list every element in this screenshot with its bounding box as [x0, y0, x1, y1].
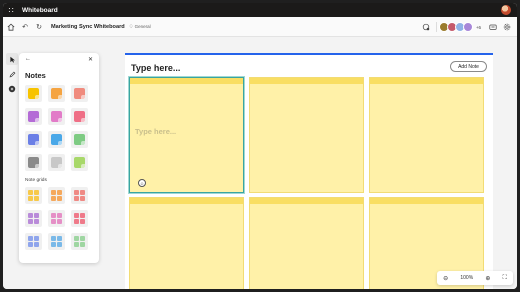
note-grid-swatch[interactable] — [48, 187, 65, 204]
note-grid-swatch[interactable] — [48, 210, 65, 227]
note-header-strip — [130, 198, 243, 204]
note-swatch[interactable] — [71, 85, 88, 102]
note-swatch[interactable] — [48, 85, 65, 102]
sticky-note[interactable]: Type here... ☺ — [129, 77, 244, 193]
note-swatch[interactable] — [48, 154, 65, 171]
title-bar: ∷ Whiteboard — [3, 3, 517, 17]
note-header-strip — [250, 78, 363, 84]
collaborator-avatar[interactable] — [462, 22, 473, 32]
green-grid-icon — [74, 236, 85, 247]
yellow-grid-icon — [28, 190, 39, 201]
blue-grid-icon — [51, 236, 62, 247]
note-swatch[interactable] — [48, 108, 65, 125]
sensitivity-label-text: General — [134, 24, 151, 29]
note-swatch[interactable] — [25, 131, 42, 148]
zoom-out-icon[interactable]: ⊖ — [443, 275, 448, 282]
note-swatch[interactable] — [25, 154, 42, 171]
add-note-button[interactable]: Add Note — [450, 61, 487, 72]
divider — [435, 22, 437, 32]
zoom-control: ⊖ 100% ⊕ ⛶ — [437, 271, 513, 285]
note-swatch[interactable] — [71, 131, 88, 148]
note-swatch[interactable] — [48, 131, 65, 148]
lime-note-icon — [74, 157, 85, 168]
red-note-icon — [74, 111, 85, 122]
orange-note-icon — [51, 88, 62, 99]
note-grid-swatch[interactable] — [25, 210, 42, 227]
reactions-icon[interactable] — [420, 20, 432, 34]
collaborators-more-count[interactable]: +6 — [476, 25, 481, 30]
redo-icon[interactable]: ↻ — [33, 20, 45, 34]
note-swatch[interactable] — [25, 85, 42, 102]
home-icon[interactable] — [5, 20, 17, 34]
app-name: Whiteboard — [22, 6, 58, 14]
back-arrow-icon[interactable]: ← — [25, 56, 31, 62]
purple-grid-icon — [28, 213, 39, 224]
pink-note-icon — [51, 111, 62, 122]
add-content-icon[interactable] — [6, 83, 18, 95]
note-grid-swatch[interactable] — [71, 210, 88, 227]
note-swatch[interactable] — [71, 108, 88, 125]
command-bar: ↶ ↻ Marketing Sync Whiteboard ♢ General … — [3, 17, 517, 37]
panel-title: Notes — [25, 71, 46, 80]
settings-gear-icon[interactable] — [501, 20, 513, 34]
note-grid-swatch[interactable] — [71, 187, 88, 204]
green-note-icon — [74, 134, 85, 145]
note-grids-label: Note grids — [25, 178, 47, 183]
note-grid-swatch[interactable] — [25, 233, 42, 250]
tool-rail — [5, 53, 19, 105]
pink-grid-icon — [51, 213, 62, 224]
note-header-strip — [250, 198, 363, 204]
note-grid-swatch[interactable] — [71, 233, 88, 250]
sticky-note[interactable] — [249, 197, 364, 289]
coral-note-icon — [74, 88, 85, 99]
pen-icon[interactable] — [6, 68, 18, 80]
whiteboard-canvas[interactable]: ← ✕ Notes Note grids Type here... Add No… — [3, 37, 517, 289]
panel-header: ← ✕ — [19, 53, 99, 65]
note-header-strip — [370, 78, 483, 84]
orange-grid-icon — [51, 190, 62, 201]
note-swatches — [25, 85, 95, 171]
indigo-note-icon — [28, 134, 39, 145]
gray-note-icon — [28, 157, 39, 168]
note-header-strip — [130, 78, 243, 84]
add-reaction-icon[interactable]: ☺ — [138, 179, 146, 187]
zoom-in-icon[interactable]: ⊕ — [485, 275, 490, 282]
note-placeholder[interactable]: Type here... — [135, 127, 176, 136]
yellow-note-icon — [28, 88, 39, 99]
note-header-strip — [370, 198, 483, 204]
board-title[interactable]: Marketing Sync Whiteboard — [51, 24, 125, 30]
app-window: ∷ Whiteboard ↶ ↻ Marketing Sync Whiteboa… — [3, 3, 517, 289]
blue-note-icon — [51, 134, 62, 145]
undo-icon[interactable]: ↶ — [19, 20, 31, 34]
coral-grid-icon — [74, 190, 85, 201]
sticky-note[interactable] — [249, 77, 364, 193]
note-swatch[interactable] — [71, 154, 88, 171]
app-launcher-icon[interactable]: ∷ — [3, 3, 19, 17]
indigo-grid-icon — [28, 236, 39, 247]
purple-note-icon — [28, 111, 39, 122]
notes-panel: ← ✕ Notes Note grids — [19, 53, 99, 263]
note-grid-swatch[interactable] — [25, 187, 42, 204]
board-title-input[interactable]: Type here... — [131, 63, 180, 73]
note-grid-swatch[interactable] — [48, 233, 65, 250]
select-pointer-icon[interactable] — [6, 53, 18, 65]
fit-to-screen-icon[interactable]: ⛶ — [503, 275, 507, 282]
sticky-note[interactable] — [369, 77, 484, 193]
tag-icon: ♢ — [128, 23, 134, 30]
zoom-level[interactable]: 100% — [460, 275, 473, 281]
note-swatch[interactable] — [25, 108, 42, 125]
sticky-note[interactable] — [129, 197, 244, 289]
user-avatar[interactable] — [501, 5, 511, 15]
command-bar-right: +6 — [418, 20, 513, 34]
sensitivity-label[interactable]: ♢ General — [129, 24, 151, 30]
share-icon[interactable] — [487, 20, 499, 34]
light-gray-note-icon — [51, 157, 62, 168]
note-grid-board[interactable]: Type here... Add Note Type here... ☺ — [125, 53, 493, 289]
note-grids — [25, 187, 95, 250]
close-icon[interactable]: ✕ — [88, 56, 93, 63]
red-grid-icon — [74, 213, 85, 224]
